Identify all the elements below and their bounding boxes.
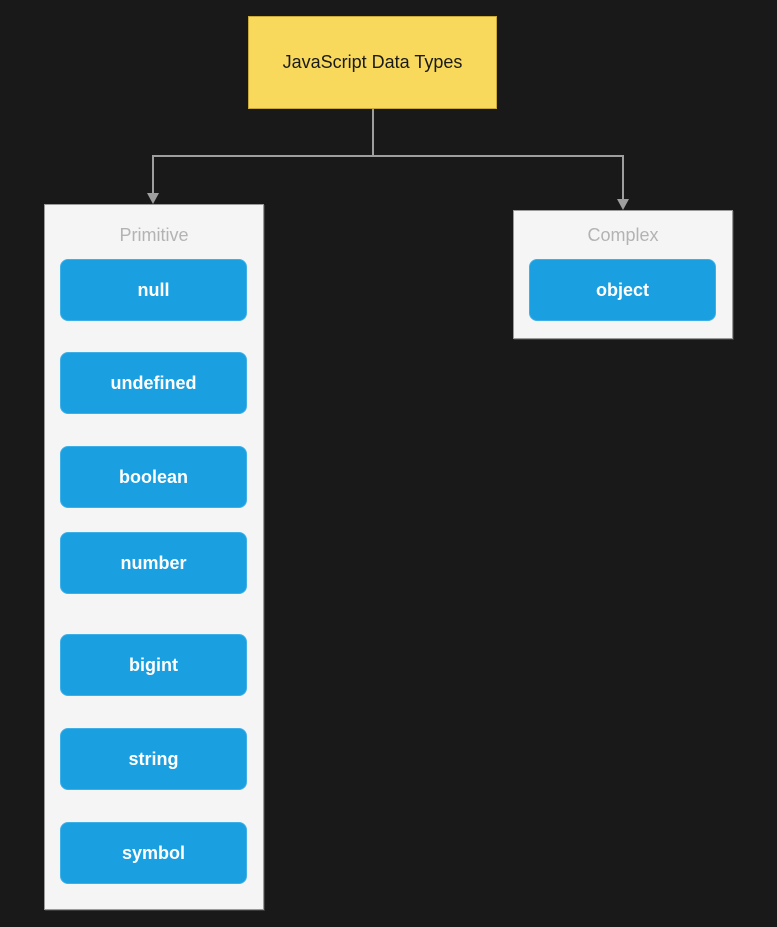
type-node-string[interactable]: string xyxy=(60,728,247,790)
group-complex-label: Complex xyxy=(587,225,659,245)
arrowhead-complex-icon xyxy=(617,199,629,210)
connector-to-complex xyxy=(373,155,624,201)
type-node-label: symbol xyxy=(121,842,186,863)
arrowhead-primitive-icon xyxy=(147,193,159,204)
type-node-number[interactable]: number xyxy=(60,532,247,594)
connector-to-primitive xyxy=(152,155,373,195)
type-node-label: undefined xyxy=(110,372,197,393)
type-node-label: object xyxy=(595,279,649,300)
type-node-boolean[interactable]: boolean xyxy=(60,446,247,508)
type-node-label: bigint xyxy=(129,654,178,675)
type-node-bigint[interactable]: bigint xyxy=(60,634,247,696)
type-node-label: boolean xyxy=(118,466,188,487)
type-node-null[interactable]: null xyxy=(60,259,247,321)
type-node-label: string xyxy=(128,748,179,769)
type-node-symbol[interactable]: symbol xyxy=(60,822,247,884)
type-node-label: number xyxy=(120,552,187,573)
type-node-object[interactable]: object xyxy=(529,259,716,321)
group-primitive-label: Primitive xyxy=(119,225,189,245)
type-node-label: null xyxy=(137,279,170,300)
group-complex[interactable]: Complex object xyxy=(513,210,733,339)
group-primitive[interactable]: Primitive null undefined boolean number … xyxy=(44,204,264,910)
type-node-undefined[interactable]: undefined xyxy=(60,352,247,414)
root-node-label: JavaScript Data Types xyxy=(282,52,463,72)
root-node-javascript-data-types[interactable]: JavaScript Data Types xyxy=(248,16,497,109)
